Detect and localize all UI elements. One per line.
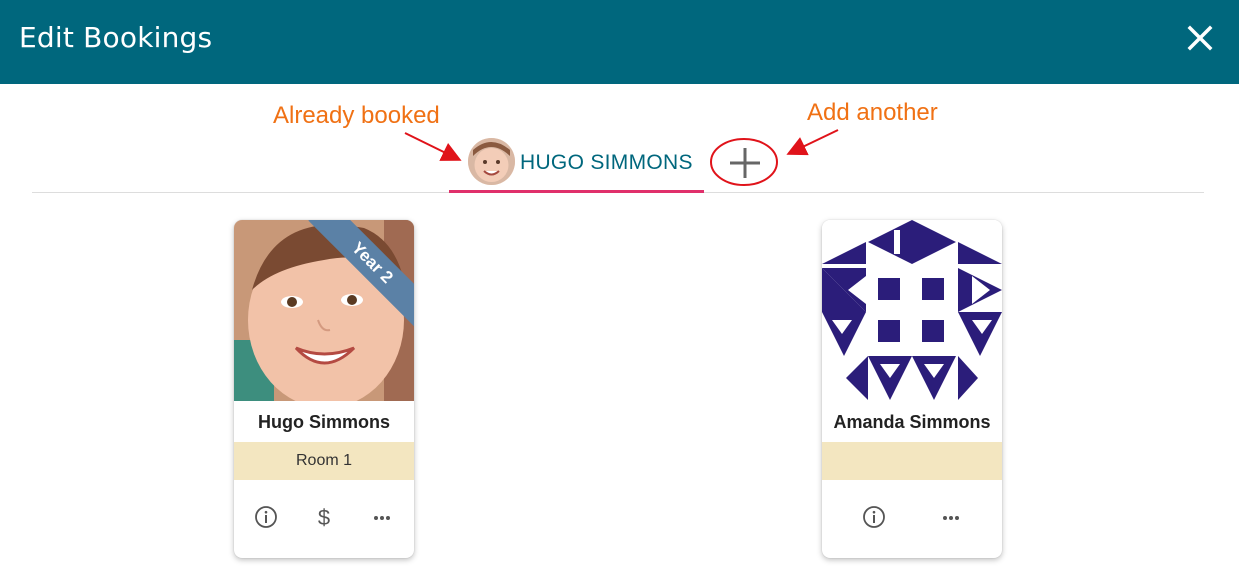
child-card-amanda[interactable]: Amanda Simmons — [822, 220, 1002, 558]
child-photo: Year 2 — [234, 220, 414, 401]
child-name: Hugo Simmons — [257, 412, 390, 432]
child-name: Amanda Simmons — [833, 412, 991, 432]
room-strip — [822, 442, 1002, 480]
add-booking-button[interactable] — [712, 141, 778, 185]
room-strip: Room 1 — [234, 442, 414, 480]
more-icon[interactable] — [367, 502, 397, 532]
plus-icon — [730, 148, 760, 178]
info-icon[interactable] — [859, 502, 889, 532]
child-card-hugo[interactable]: Year 2 Hugo Simmons Room 1 $ — [234, 220, 414, 558]
more-icon[interactable] — [936, 502, 966, 532]
tab-hugo-simmons[interactable]: HUGO SIMMONS — [449, 134, 704, 193]
tab-label: HUGO SIMMONS — [520, 151, 693, 174]
avatar — [468, 138, 515, 185]
dollar-icon[interactable]: $ — [309, 502, 339, 532]
identicon-avatar — [822, 220, 1002, 401]
svg-text:$: $ — [318, 505, 330, 530]
annotation-arrows — [404, 129, 839, 186]
info-icon[interactable] — [251, 502, 281, 532]
tab-indicator — [449, 190, 704, 193]
